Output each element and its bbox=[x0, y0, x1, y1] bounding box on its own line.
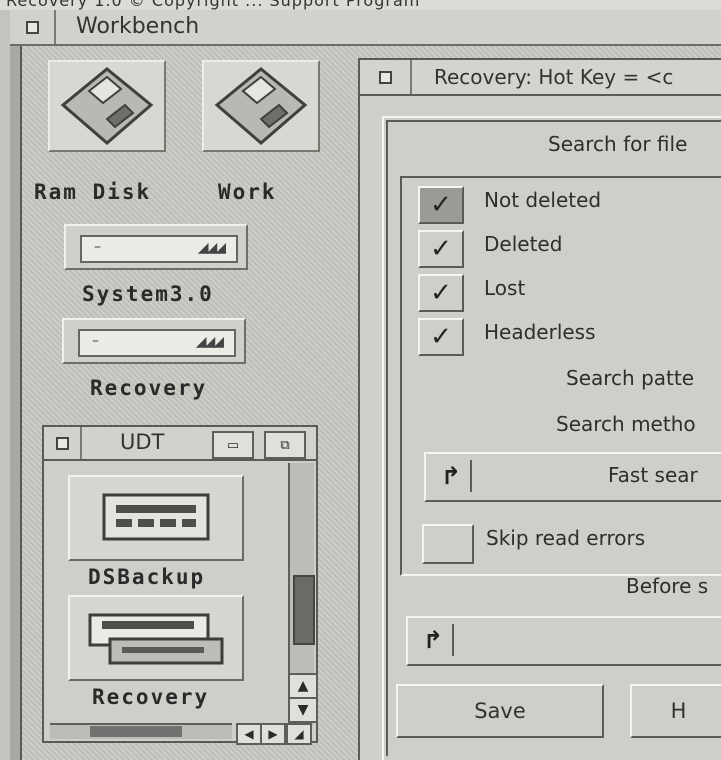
search-method-value: Fast sear bbox=[608, 463, 698, 487]
screen-title-bar: Recovery 1.0 © Copyright ... Support Pro… bbox=[0, 0, 721, 10]
recovery-tool-label: Recovery bbox=[92, 685, 210, 709]
not-deleted-label: Not deleted bbox=[484, 188, 602, 212]
recovery-title: Recovery: Hot Key = <c bbox=[434, 65, 674, 89]
workbench-title: Workbench bbox=[76, 14, 200, 39]
cycle-icon: ↱ bbox=[432, 460, 472, 492]
workbench-left-border bbox=[10, 46, 22, 760]
not-deleted-checkbox[interactable]: ✓ bbox=[418, 186, 464, 224]
save-button[interactable]: Save bbox=[396, 684, 604, 738]
system-drive-icon[interactable]: – ◢◢◢ bbox=[64, 224, 248, 270]
help-button[interactable]: H bbox=[630, 684, 721, 738]
udt-title: UDT bbox=[120, 430, 165, 454]
scroll-left-icon[interactable]: ◀ bbox=[236, 723, 262, 745]
work-icon[interactable] bbox=[202, 60, 320, 152]
dsbackup-label: DSBackup bbox=[88, 565, 206, 589]
before-cycle[interactable]: ↱ bbox=[406, 616, 721, 666]
system-drive-label: System3.0 bbox=[82, 282, 214, 306]
skip-read-errors-label: Skip read errors bbox=[486, 526, 646, 550]
udt-horizontal-scrollbar[interactable] bbox=[50, 723, 232, 739]
udt-depth-button[interactable]: ⧉ bbox=[264, 431, 306, 459]
udt-titlebar[interactable]: UDT ▭ ⧉ bbox=[44, 427, 316, 461]
scroll-up-icon[interactable]: ▲ bbox=[288, 673, 318, 699]
lost-checkbox[interactable]: ✓ bbox=[418, 274, 464, 312]
recovery-tool-icon[interactable] bbox=[68, 595, 244, 681]
headerless-checkbox[interactable]: ✓ bbox=[418, 318, 464, 356]
drive-slot: – ◢◢◢ bbox=[78, 329, 236, 357]
tool-icon bbox=[88, 613, 224, 665]
workbench-titlebar[interactable]: Workbench bbox=[10, 10, 721, 46]
floppy-disk-icon bbox=[214, 67, 308, 145]
udt-window: UDT ▭ ⧉ DSBackup Recovery ▲ ▼ ◀ ▶ ◢ bbox=[42, 425, 318, 745]
work-label: Work bbox=[218, 180, 277, 204]
ram-disk-label: Ram Disk bbox=[34, 180, 152, 204]
recovery-close-button[interactable] bbox=[360, 60, 412, 94]
lost-label: Lost bbox=[484, 276, 526, 300]
screen-title: Recovery 1.0 © Copyright ... Support Pro… bbox=[6, 0, 421, 10]
udt-horizontal-scroll-knob[interactable] bbox=[90, 726, 182, 737]
workbench-close-button[interactable] bbox=[10, 10, 56, 44]
checkmark-icon: ✓ bbox=[430, 234, 452, 264]
tool-icon bbox=[102, 493, 210, 541]
checkmark-icon: ✓ bbox=[430, 278, 452, 308]
search-pattern-label: Search patte bbox=[566, 366, 695, 390]
recovery-titlebar[interactable]: Recovery: Hot Key = <c bbox=[360, 60, 721, 96]
floppy-disk-icon bbox=[60, 67, 154, 145]
scroll-down-icon[interactable]: ▼ bbox=[288, 697, 318, 723]
before-label: Before s bbox=[626, 574, 709, 598]
udt-vertical-scroll-knob[interactable] bbox=[293, 575, 315, 645]
scroll-right-icon[interactable]: ▶ bbox=[260, 723, 286, 745]
resize-icon[interactable]: ◢ bbox=[286, 723, 312, 745]
udt-content: DSBackup Recovery bbox=[58, 465, 284, 737]
checkmark-icon: ✓ bbox=[430, 190, 452, 220]
recovery-window: Recovery: Hot Key = <c Search for file ✓… bbox=[358, 58, 721, 760]
deleted-label: Deleted bbox=[484, 232, 563, 256]
recovery-drive-icon[interactable]: – ◢◢◢ bbox=[62, 318, 246, 364]
headerless-label: Headerless bbox=[484, 320, 596, 344]
skip-read-errors-checkbox[interactable] bbox=[422, 524, 474, 564]
udt-zoom-button[interactable]: ▭ bbox=[212, 431, 254, 459]
deleted-checkbox[interactable]: ✓ bbox=[418, 230, 464, 268]
search-method-label: Search metho bbox=[556, 412, 696, 436]
dsbackup-icon[interactable] bbox=[68, 475, 244, 561]
checkmark-icon: ✓ bbox=[430, 322, 452, 352]
cycle-icon: ↱ bbox=[414, 624, 454, 656]
udt-close-button[interactable] bbox=[44, 427, 82, 459]
drive-slot: – ◢◢◢ bbox=[80, 235, 238, 263]
ram-disk-icon[interactable] bbox=[48, 60, 166, 152]
search-heading: Search for file bbox=[548, 132, 688, 156]
search-method-cycle[interactable]: ↱ Fast sear bbox=[424, 452, 721, 502]
recovery-drive-label: Recovery bbox=[90, 376, 208, 400]
